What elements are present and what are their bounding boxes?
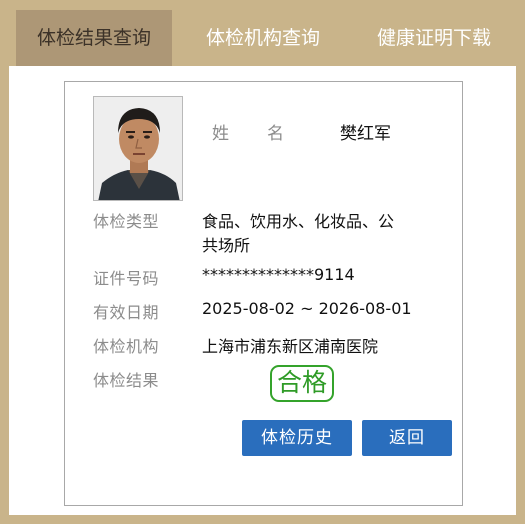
- exam-type-value-line-1: 食品、饮用水、化妆品、公: [202, 212, 395, 231]
- result-label: 体检结果: [93, 371, 160, 390]
- name-label-char-2: 名: [267, 124, 284, 144]
- name-label-char-1: 姓: [212, 124, 229, 144]
- name-label: 姓名: [212, 119, 284, 144]
- tab-certificate-download[interactable]: 健康证明下载: [360, 10, 508, 66]
- institution-value: 上海市浦东新区浦南医院: [202, 337, 379, 356]
- validity-value: 2025-08-02 ~ 2026-08-01: [202, 299, 412, 318]
- tab-institution-query[interactable]: 体检机构查询: [188, 10, 338, 66]
- tab-exam-result-query[interactable]: 体检结果查询: [16, 10, 172, 66]
- person-name: 樊红军: [340, 124, 391, 144]
- exam-history-button[interactable]: 体检历史: [242, 420, 352, 456]
- validity-label: 有效日期: [93, 303, 160, 322]
- content-panel: 姓名 樊红军 体检类型 食品、饮用水、化妆品、公 共场所 证件号码 ******…: [9, 66, 516, 515]
- health-certificate-card: 姓名 樊红军 体检类型 食品、饮用水、化妆品、公 共场所 证件号码 ******…: [64, 81, 463, 506]
- institution-label: 体检机构: [93, 337, 160, 356]
- id-photo: [93, 96, 183, 201]
- id-number-value: **************9114: [202, 265, 355, 284]
- exam-type-label: 体检类型: [93, 212, 160, 231]
- back-button[interactable]: 返回: [362, 420, 452, 456]
- exam-type-value-line-2: 共场所: [202, 236, 251, 255]
- id-number-label: 证件号码: [93, 269, 160, 288]
- result-pass-badge: 合格: [270, 365, 334, 402]
